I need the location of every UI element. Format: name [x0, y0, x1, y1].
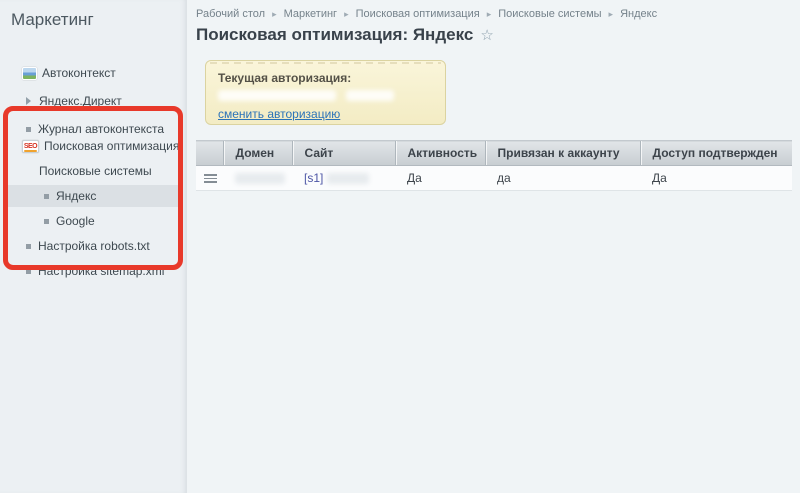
sidebar-item-label: Автоконтекст	[42, 66, 116, 80]
chevron-right-icon[interactable]	[26, 97, 31, 105]
censored-blur	[218, 90, 336, 101]
sidebar-item-label: Яндекс.Директ	[39, 94, 122, 108]
column-header-linked[interactable]: Привязан к аккаунту	[485, 141, 640, 166]
bullet-icon	[26, 244, 31, 249]
breadcrumb-separator-icon: ▸	[487, 9, 492, 20]
sidebar-item-label: Настройка robots.txt	[38, 239, 150, 253]
sidebar-item-sitemap-xml[interactable]: Настройка sitemap.xml	[0, 260, 186, 282]
breadcrumb-separator-icon: ▸	[609, 9, 614, 20]
breadcrumb-item-search-engines[interactable]: Поисковые системы	[498, 8, 601, 20]
breadcrumb-separator-icon: ▸	[272, 9, 277, 20]
sidebar-item-yandex[interactable]: Яндекс	[0, 185, 186, 207]
breadcrumb-item-marketing[interactable]: Маркетинг	[284, 8, 337, 20]
table-header-row: Домен Сайт Активность Привязан к аккаунт…	[196, 141, 792, 166]
column-header-access[interactable]: Доступ подтвержден	[640, 141, 792, 166]
main-content: Рабочий стол ▸ Маркетинг ▸ Поисковая опт…	[187, 0, 800, 493]
column-header-domain[interactable]: Домен	[223, 141, 292, 166]
sidebar-title: Маркетинг	[0, 0, 186, 30]
sidebar-item-google[interactable]: Google	[0, 210, 186, 232]
bullet-icon	[26, 269, 31, 274]
site-cell: [s1]	[292, 166, 395, 191]
access-cell: Да	[640, 166, 792, 191]
row-actions-menu-icon[interactable]	[204, 174, 217, 183]
active-cell: Да	[395, 166, 485, 191]
site-id-link[interactable]: [s1]	[304, 171, 323, 185]
change-authorization-link[interactable]: сменить авторизацию	[218, 107, 340, 121]
sidebar-item-label: Яндекс	[56, 189, 96, 203]
autocontext-icon	[22, 67, 37, 80]
linked-cell: да	[485, 166, 640, 191]
column-header-menu	[196, 141, 223, 166]
censored-blur	[327, 173, 369, 184]
censored-blur	[235, 173, 285, 184]
sidebar-item-seo[interactable]: SEO Поисковая оптимизация	[0, 135, 186, 157]
column-header-active[interactable]: Активность	[395, 141, 485, 166]
row-menu-cell	[196, 166, 223, 191]
breadcrumb-separator-icon: ▸	[344, 9, 349, 20]
censored-blur	[346, 90, 394, 101]
sidebar-item-label: Поисковые системы	[39, 164, 152, 178]
bullet-icon	[26, 127, 31, 132]
table-row: [s1] Да да Да	[196, 166, 792, 191]
authorization-censored-value	[218, 90, 433, 101]
sidebar-menu: Автоконтекст Яндекс.Директ Журнал автоко…	[0, 30, 186, 470]
seo-icon: SEO	[22, 140, 39, 153]
favorite-star-icon[interactable]: ☆	[480, 26, 493, 44]
sidebar: Маркетинг Автоконтекст Яндекс.Директ Жур…	[0, 0, 187, 493]
sidebar-item-label: Поисковая оптимизация	[44, 139, 179, 153]
breadcrumb-item-seo[interactable]: Поисковая оптимизация	[356, 8, 480, 20]
sidebar-item-robots-txt[interactable]: Настройка robots.txt	[0, 235, 186, 257]
bullet-icon	[44, 194, 49, 199]
domain-cell	[223, 166, 292, 191]
breadcrumb-item-yandex[interactable]: Яндекс	[620, 8, 657, 20]
sidebar-item-yandex-direct[interactable]: Яндекс.Директ	[0, 90, 186, 112]
bullet-icon	[44, 219, 49, 224]
sidebar-item-label: Журнал автоконтекста	[38, 122, 164, 136]
page-title: Поисковая оптимизация: Яндекс	[196, 25, 473, 45]
authorization-heading: Текущая авторизация:	[218, 71, 433, 85]
current-authorization-note: Текущая авторизация: сменить авторизацию	[205, 60, 446, 125]
sidebar-item-label: Google	[56, 214, 95, 228]
sidebar-item-search-engines[interactable]: Поисковые системы	[0, 160, 186, 182]
sidebar-item-autocontext[interactable]: Автоконтекст	[0, 62, 186, 84]
breadcrumb-item-desktop[interactable]: Рабочий стол	[196, 8, 265, 20]
column-header-site[interactable]: Сайт	[292, 141, 395, 166]
breadcrumb: Рабочий стол ▸ Маркетинг ▸ Поисковая опт…	[187, 0, 800, 20]
search-engine-table: Домен Сайт Активность Привязан к аккаунт…	[196, 140, 792, 191]
sidebar-item-label: Настройка sitemap.xml	[38, 264, 164, 278]
